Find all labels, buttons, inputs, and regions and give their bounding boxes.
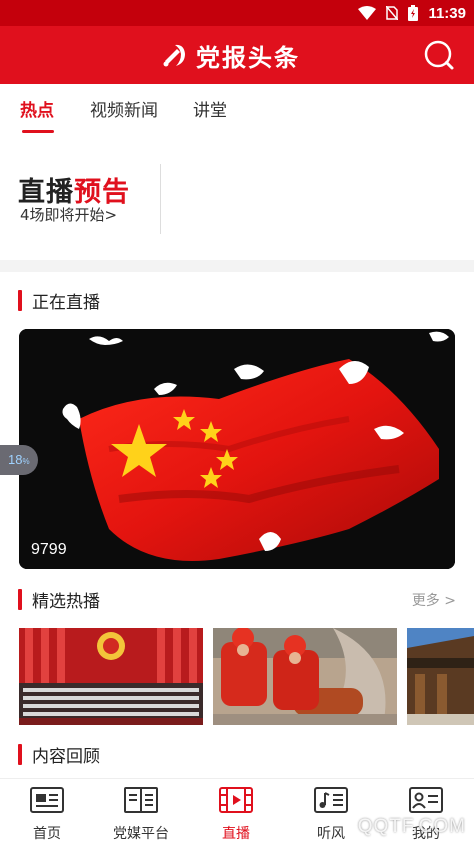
workers-image [213, 628, 397, 725]
live-viewer-count: 9799 [31, 541, 67, 558]
nav-live[interactable]: 直播 [189, 785, 283, 842]
live-now-heading: 正在直播 [18, 289, 100, 313]
floating-progress-badge[interactable]: 18% [0, 445, 38, 475]
nav-home[interactable]: 首页 [0, 785, 94, 842]
live-preview-card[interactable]: 直播 预告 4场即将开始> [0, 136, 474, 260]
tab-lecture[interactable]: 讲堂 [193, 96, 227, 121]
tab-video-news[interactable]: 视频新闻 [90, 96, 158, 121]
status-time: 11:39 [428, 4, 466, 22]
tab-bar: 热点 视频新闻 讲堂 [0, 84, 474, 134]
featured-more-link[interactable]: 更多 > [412, 590, 456, 610]
congress-hall-image [19, 628, 203, 725]
nav-media-platform-label: 党媒平台 [113, 826, 169, 842]
watermark-text: QQTF.COM [357, 816, 466, 837]
review-heading: 内容回顾 [18, 743, 100, 767]
section-marker [18, 588, 22, 610]
live-now-title: 正在直播 [32, 292, 100, 313]
temple-image [407, 628, 474, 725]
header-brand: 党报头条 [160, 39, 300, 72]
live-video-player[interactable]: 9799 [19, 329, 455, 569]
live-preview-subtitle[interactable]: 4场即将开始> [20, 204, 117, 225]
tab-hot[interactable]: 热点 [20, 96, 54, 121]
section-marker [18, 289, 22, 311]
live-video-icon [219, 787, 253, 813]
featured-thumbnail-3[interactable] [407, 628, 474, 725]
nav-home-label: 首页 [33, 826, 61, 842]
party-emblem-icon [163, 44, 185, 67]
music-list-icon [314, 787, 348, 813]
nav-media-platform[interactable]: 党媒平台 [94, 785, 188, 842]
section-marker [18, 743, 22, 765]
review-title: 内容回顾 [32, 746, 100, 767]
app-root: 11:39 党报头条 热点 视频新闻 讲堂 直播 预告 4场即将开始> 正在直播… [0, 0, 474, 842]
no-sim-icon [386, 6, 399, 20]
badge-value: 18 [8, 452, 23, 467]
active-tab-indicator [22, 130, 54, 133]
preview-divider [160, 164, 161, 234]
status-bar: 11:39 [0, 0, 474, 26]
featured-thumbnail-1[interactable] [19, 628, 203, 725]
featured-thumbnail-2[interactable] [213, 628, 397, 725]
flag-video-frame [19, 329, 455, 569]
home-news-icon [30, 787, 64, 813]
section-separator [0, 260, 474, 272]
app-header: 党报头条 [0, 26, 474, 84]
media-platform-icon [124, 787, 158, 813]
badge-unit: % [22, 457, 30, 466]
featured-heading: 精选热播 [18, 588, 100, 612]
wifi-icon [358, 6, 377, 20]
search-icon[interactable] [422, 38, 456, 72]
featured-title: 精选热播 [32, 591, 100, 612]
status-icons: 11:39 [358, 4, 466, 22]
profile-card-icon [409, 787, 443, 813]
battery-icon [408, 5, 419, 21]
header-title: 党报头条 [196, 42, 300, 72]
nav-live-label: 直播 [222, 826, 250, 842]
